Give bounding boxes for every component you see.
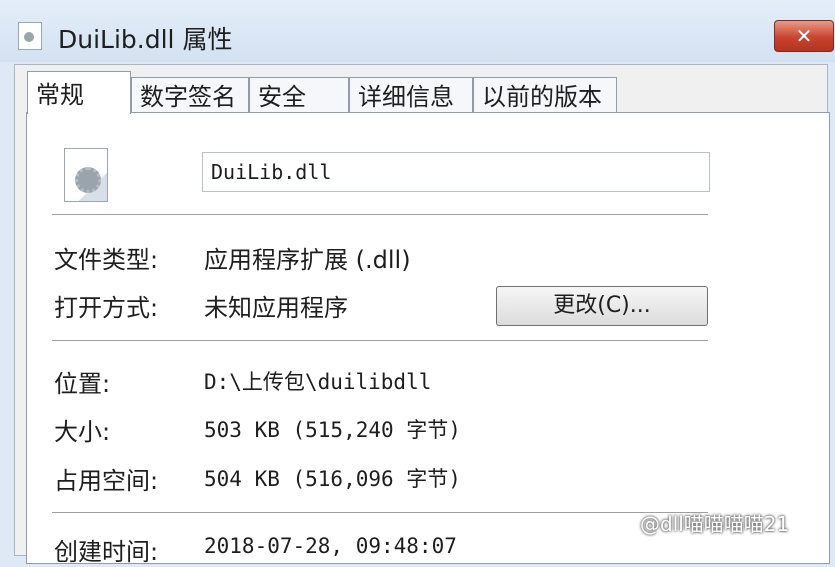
opens-with-value: 未知应用程序 bbox=[204, 294, 348, 322]
file-name-input[interactable] bbox=[202, 152, 710, 192]
tab-previous-versions[interactable]: 以前的版本 bbox=[473, 77, 617, 113]
title-bar: DuiLib.dll 属性 bbox=[0, 0, 835, 62]
created-value: 2018-07-28, 09:48:07 bbox=[204, 534, 457, 558]
tab-security[interactable]: 安全 bbox=[249, 77, 349, 113]
tab-general[interactable]: 常规 bbox=[27, 71, 131, 114]
size-on-disk-value: 504 KB (516,096 字节) bbox=[204, 467, 461, 491]
file-type-label: 文件类型: bbox=[54, 246, 159, 274]
opens-with-label: 打开方式: bbox=[54, 294, 159, 322]
divider bbox=[52, 512, 708, 514]
size-label: 大小: bbox=[54, 418, 111, 446]
location-label: 位置: bbox=[54, 370, 111, 398]
dll-file-icon bbox=[64, 148, 108, 202]
change-button[interactable]: 更改(C)... bbox=[496, 286, 708, 326]
watermark: @dll喵喵喵喵21 bbox=[640, 512, 790, 536]
size-on-disk-label: 占用空间: bbox=[54, 467, 159, 495]
gear-icon bbox=[75, 167, 101, 193]
window-title: DuiLib.dll 属性 bbox=[58, 25, 233, 54]
close-button[interactable]: ✕ bbox=[774, 20, 834, 52]
location-value: D:\上传包\duilibdll bbox=[204, 370, 432, 394]
tab-digital-signatures[interactable]: 数字签名 bbox=[131, 77, 249, 113]
file-icon bbox=[18, 22, 42, 50]
divider bbox=[52, 340, 708, 342]
size-value: 503 KB (515,240 字节) bbox=[204, 418, 461, 442]
tab-details[interactable]: 详细信息 bbox=[349, 77, 473, 113]
file-type-value: 应用程序扩展 (.dll) bbox=[204, 246, 411, 274]
divider bbox=[52, 214, 708, 216]
